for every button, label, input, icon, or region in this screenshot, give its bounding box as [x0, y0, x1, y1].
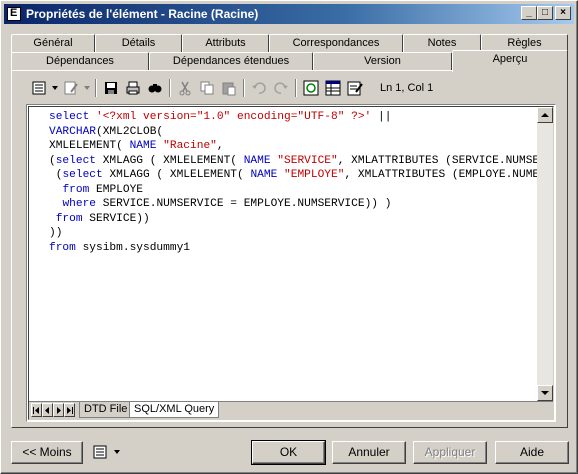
dropdown-arrow-icon[interactable]	[50, 78, 60, 98]
preview-toolbar: Ln 1, Col 1	[28, 77, 433, 99]
code-line: from SERVICE))	[49, 212, 543, 227]
properties-window: Propriétés de l'élément - Racine (Racine…	[0, 0, 578, 474]
code-token: ,	[216, 140, 224, 152]
sql-code-area[interactable]: select '<?xml version="1.0" encoding="UT…	[49, 110, 543, 400]
code-line: VARCHAR(XML2CLOB(	[49, 125, 543, 140]
title-bar[interactable]: Propriétés de l'élément - Racine (Racine…	[4, 4, 574, 24]
edit-properties-icon[interactable]	[344, 78, 366, 98]
edit-icon[interactable]	[60, 78, 82, 98]
code-token: SERVICE))	[89, 212, 150, 225]
tab-row-2: Dépendances Dépendances étendues Version…	[11, 50, 568, 72]
scroll-down-button[interactable]	[537, 385, 553, 401]
code-token: where	[62, 198, 103, 210]
code-token: select	[55, 154, 103, 167]
window-title: Propriétés de l'élément - Racine (Racine…	[26, 7, 259, 21]
apply-button[interactable]: Appliquer	[413, 441, 487, 464]
code-line: ))	[49, 226, 543, 241]
properties-menu-icon[interactable]	[89, 442, 111, 462]
code-token: "SERVICE"	[277, 154, 338, 167]
code-token: , XMLATTRIBUTES (EMPLOYE.NUMEMPLOYE,	[344, 169, 543, 181]
app-icon	[7, 7, 21, 21]
code-token: "Racine"	[163, 140, 217, 152]
ok-button[interactable]: OK	[251, 440, 326, 465]
code-token: "EMPLOYE"	[284, 169, 345, 181]
dropdown-arrow-icon[interactable]	[111, 442, 123, 462]
next-tab-button[interactable]	[53, 403, 64, 417]
subtab-dtd-file[interactable]: DTD File	[79, 402, 133, 418]
code-token: EMPLOYE	[96, 183, 144, 196]
subtab-sql-xml-query[interactable]: SQL/XML Query	[129, 402, 220, 418]
code-token: select	[49, 111, 96, 123]
print-icon[interactable]	[122, 78, 144, 98]
tab-version[interactable]: Version	[313, 52, 452, 71]
code-token: (	[49, 154, 56, 167]
code-line: where SERVICE.NUMSERVICE = EMPLOYE.NUMSE…	[49, 197, 543, 212]
code-token: VARCHAR	[49, 125, 96, 138]
code-token: SERVICE.NUMSERVICE = EMPLOYE.NUMSERVICE)…	[102, 198, 392, 210]
cut-icon[interactable]	[174, 78, 196, 98]
code-token: ))	[49, 227, 63, 239]
code-token: XMLELEMENT(	[49, 140, 130, 152]
grid-icon[interactable]	[322, 78, 344, 98]
code-token: (	[49, 169, 63, 181]
tab-mappings[interactable]: Correspondances	[269, 34, 403, 53]
code-line: select '<?xml version="1.0" encoding="UT…	[49, 110, 543, 125]
code-token: from	[49, 241, 83, 254]
code-token: NAME	[129, 140, 164, 152]
code-token: from	[62, 183, 97, 196]
vertical-scrollbar[interactable]	[537, 107, 553, 401]
code-token: '<?xml version="1.0" encoding="UTF-8" ?>…	[96, 111, 372, 123]
code-token: sysibm.sysdummy1	[82, 241, 190, 254]
scroll-up-button[interactable]	[537, 107, 553, 123]
paste-icon[interactable]	[218, 78, 240, 98]
tab-dependencies[interactable]: Dépendances	[11, 52, 149, 71]
code-token: ||	[371, 111, 392, 123]
code-token: (XML2CLOB(	[96, 125, 164, 138]
code-line: from sysibm.sysdummy1	[49, 241, 543, 256]
redo-icon[interactable]	[270, 78, 292, 98]
cancel-button[interactable]: Annuler	[332, 441, 406, 464]
code-token: , XMLATTRIBUTES (SERVICE.NUMSERVICE,	[337, 154, 543, 167]
code-token: from	[55, 212, 90, 225]
minimize-button[interactable]: _	[521, 6, 537, 20]
undo-icon[interactable]	[248, 78, 270, 98]
preview-panel: Ln 1, Col 1 select '<?xml version="1.0" …	[11, 70, 568, 428]
code-line: (select XMLAGG ( XMLELEMENT( NAME "EMPLO…	[49, 168, 543, 183]
dropdown-arrow-icon[interactable]	[82, 78, 92, 98]
refresh-icon[interactable]	[300, 78, 322, 98]
help-button[interactable]: Aide	[495, 441, 569, 464]
less-button[interactable]: << Moins	[11, 441, 83, 464]
close-button[interactable]: ×	[555, 6, 571, 20]
save-icon[interactable]	[100, 78, 122, 98]
first-tab-button[interactable]	[31, 403, 42, 417]
last-tab-button[interactable]	[64, 403, 75, 417]
code-line: from EMPLOYE	[49, 183, 543, 198]
properties-icon[interactable]	[28, 78, 50, 98]
code-token: select	[62, 169, 110, 181]
code-editor[interactable]: select '<?xml version="1.0" encoding="UT…	[26, 104, 556, 422]
maximize-button[interactable]: □	[537, 6, 553, 20]
code-line: (select XMLAGG ( XMLELEMENT( NAME "SERVI…	[49, 154, 543, 169]
code-line: XMLELEMENT( NAME "Racine",	[49, 139, 543, 154]
cursor-position: Ln 1, Col 1	[380, 82, 434, 94]
code-token: NAME	[243, 154, 278, 167]
tab-attributes[interactable]: Attributs	[182, 34, 269, 53]
code-token: XMLAGG ( XMLELEMENT(	[102, 154, 244, 167]
tab-preview[interactable]: Aperçu	[452, 50, 568, 72]
sheet-tab-bar: DTD File SQL/XML Query	[29, 401, 553, 419]
tab-details[interactable]: Détails	[95, 34, 182, 53]
find-icon[interactable]	[144, 78, 166, 98]
prev-tab-button[interactable]	[42, 403, 53, 417]
tab-general[interactable]: Général	[11, 34, 95, 53]
code-token: XMLAGG ( XMLELEMENT(	[109, 169, 251, 181]
copy-icon[interactable]	[196, 78, 218, 98]
tab-extended-dependencies[interactable]: Dépendances étendues	[149, 52, 313, 71]
code-token: NAME	[250, 169, 285, 181]
